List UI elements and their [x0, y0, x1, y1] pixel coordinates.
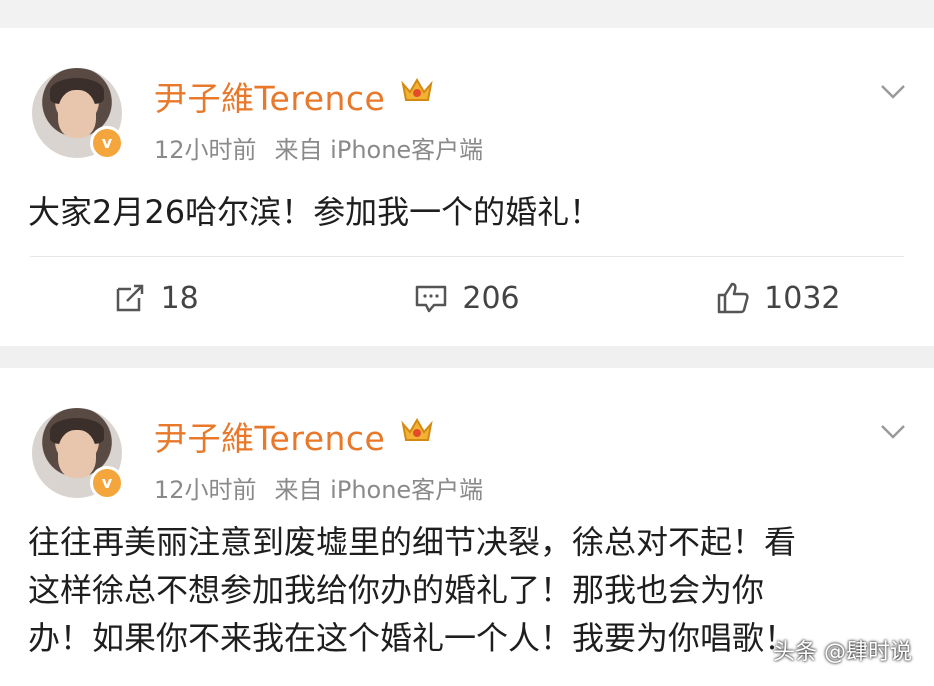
comment-count: 206	[462, 280, 520, 316]
post-time: 12小时前	[154, 476, 257, 504]
chevron-down-icon[interactable]	[878, 76, 908, 106]
post-actions: 18 206 1032	[0, 268, 934, 328]
post-meta: 12小时前 来自 iPhone客户端	[154, 470, 483, 505]
vip-crown-icon	[401, 78, 433, 101]
like-button[interactable]: 1032	[623, 268, 934, 328]
author-name[interactable]: 尹子維Terence	[154, 412, 385, 460]
post-time: 12小时前	[154, 136, 257, 164]
post-text: 往往再美丽注意到废墟里的细节决裂，徐总对不起！看 这样徐总不想参加我给你办的婚礼…	[28, 518, 894, 662]
post-text-line: 办！如果你不来我在这个婚礼一个人！我要为你唱歌！	[28, 619, 797, 657]
post-text-line: 这样徐总不想参加我给你办的婚礼了！那我也会为你	[28, 571, 765, 609]
weibo-post-1: v 尹子維Terence 12小时前 来自 iPhone客户端 大家2月26哈尔滨…	[0, 28, 934, 346]
post-text-line: 往往再美丽注意到废墟里的细节决裂，徐总对不起！看	[28, 523, 797, 561]
post-source: 来自 iPhone客户端	[274, 136, 484, 164]
verified-badge-icon: v	[90, 466, 124, 500]
repost-count: 18	[160, 280, 199, 316]
avatar-face	[58, 430, 96, 478]
thumbs-up-icon	[717, 282, 749, 314]
author-name[interactable]: 尹子維Terence	[154, 72, 385, 120]
verified-badge-icon: v	[90, 126, 124, 160]
like-count: 1032	[764, 280, 841, 316]
avatar[interactable]: v	[32, 408, 124, 500]
post-text: 大家2月26哈尔滨！参加我一个的婚礼！	[28, 193, 602, 231]
post-separator	[0, 346, 934, 368]
post-meta: 12小时前 来自 iPhone客户端	[154, 130, 483, 165]
repost-button[interactable]: 18	[0, 268, 311, 328]
divider	[30, 256, 904, 257]
comment-button[interactable]: 206	[311, 268, 622, 328]
avatar[interactable]: v	[32, 68, 124, 160]
vip-crown-icon	[401, 418, 433, 441]
avatar-face	[58, 90, 96, 138]
watermark: 头条 @肆时说	[773, 640, 912, 665]
post-source: 来自 iPhone客户端	[274, 476, 484, 504]
comment-icon	[416, 285, 447, 313]
repost-icon	[116, 284, 143, 312]
top-gap	[0, 0, 934, 28]
chevron-down-icon[interactable]	[878, 416, 908, 446]
